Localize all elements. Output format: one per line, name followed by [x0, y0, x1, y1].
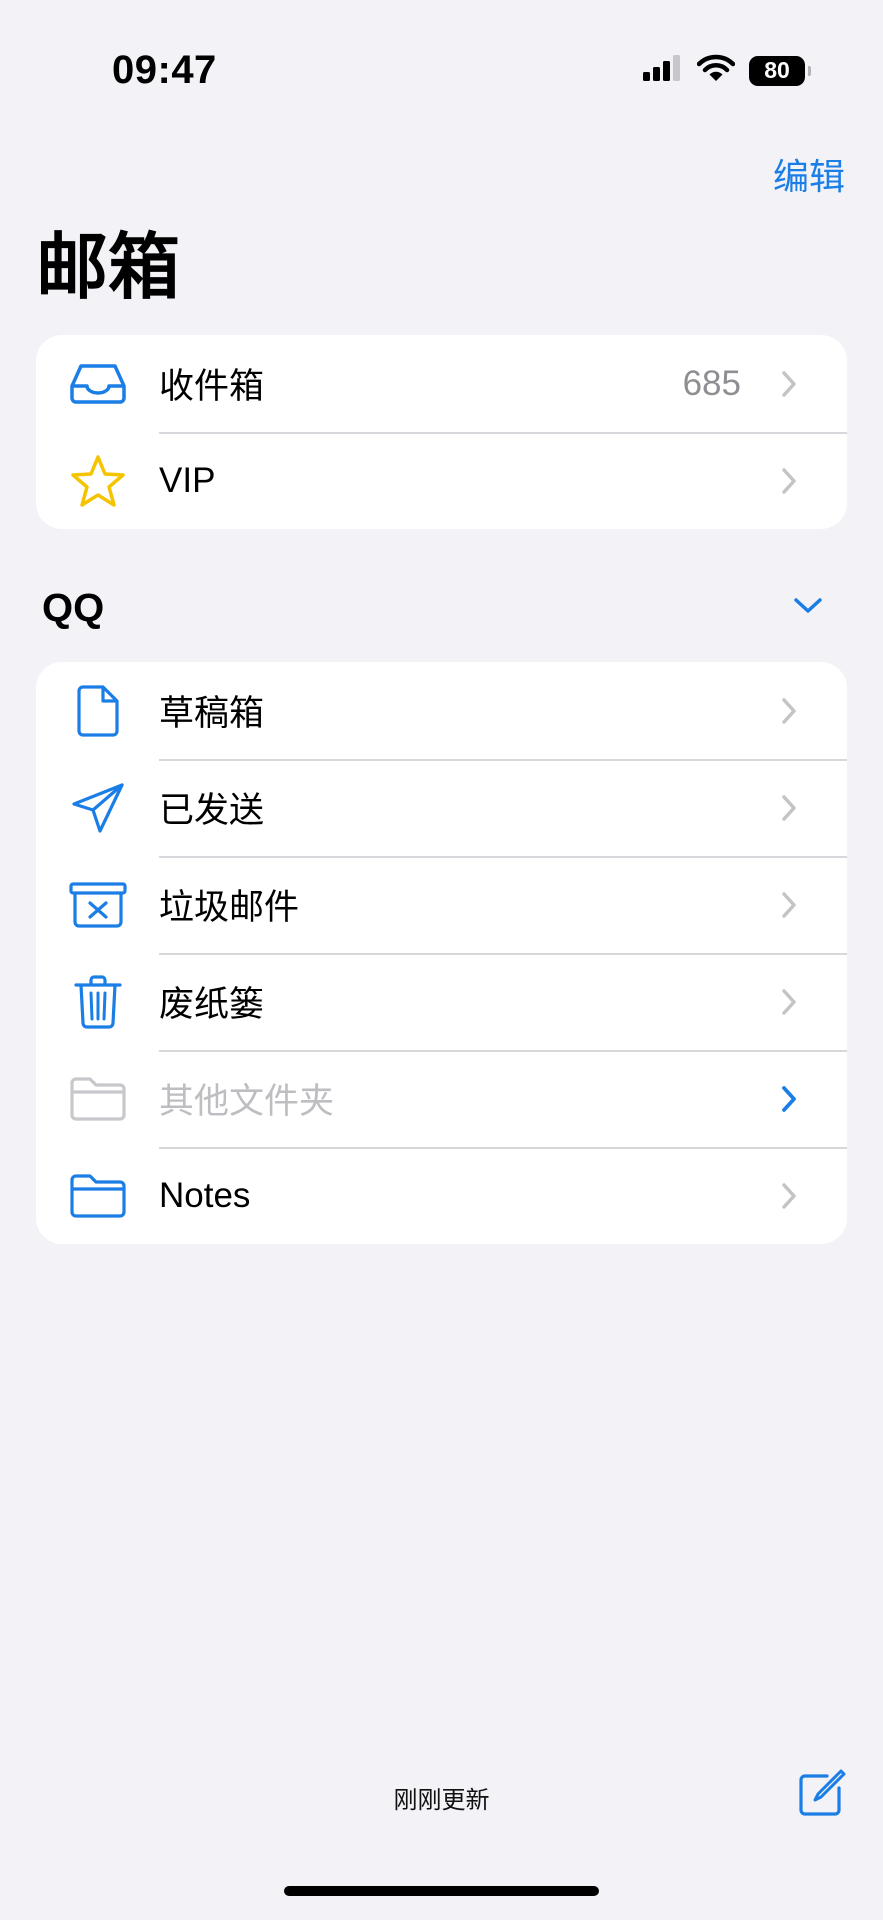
junk-box-icon — [36, 856, 159, 953]
paper-plane-icon — [36, 759, 159, 856]
vip-label: VIP — [159, 460, 216, 500]
chevron-right-icon — [769, 794, 809, 822]
inbox-icon — [36, 335, 159, 432]
chevron-right-icon — [769, 1182, 809, 1210]
folder-label: 草稿箱 — [159, 694, 265, 733]
folder-label: 其他文件夹 — [159, 1082, 335, 1121]
folder-label: Notes — [159, 1175, 251, 1215]
inbox-label: 收件箱 — [159, 367, 265, 406]
account-section-title[interactable]: QQ — [42, 586, 104, 631]
inbox-row[interactable]: 收件箱 685 — [36, 335, 847, 432]
page-title: 邮箱 — [36, 228, 181, 308]
mailboxes-group: 收件箱 685 VIP — [36, 335, 847, 529]
edit-button[interactable]: 编辑 — [773, 148, 845, 200]
inbox-unread-count: 685 — [682, 363, 741, 403]
folder-row-junk[interactable]: 垃圾邮件 — [36, 856, 847, 953]
chevron-right-icon — [769, 370, 809, 398]
chevron-down-icon[interactable] — [793, 596, 823, 621]
vip-row[interactable]: VIP — [36, 432, 847, 529]
wifi-icon — [696, 54, 736, 87]
chevron-right-icon — [769, 1085, 809, 1113]
folder-row-drafts[interactable]: 草稿箱 — [36, 662, 847, 759]
status-time: 09:47 — [112, 48, 217, 92]
folder-icon — [36, 1050, 159, 1147]
chevron-right-icon — [769, 891, 809, 919]
draft-document-icon — [36, 662, 159, 759]
star-icon — [36, 432, 159, 529]
chevron-right-icon — [769, 467, 809, 495]
home-indicator[interactable] — [284, 1886, 599, 1896]
last-updated-status: 刚刚更新 — [393, 1787, 490, 1814]
battery-icon: 80 — [749, 55, 811, 86]
account-folders-group: 草稿箱 已发送 垃圾邮件 废纸篓 其他文件夹 Notes — [36, 662, 847, 1244]
chevron-right-icon — [769, 988, 809, 1016]
cellular-signal-icon — [643, 55, 683, 86]
status-bar: 09:47 80 — [0, 0, 883, 140]
chevron-right-icon — [769, 697, 809, 725]
folder-row-trash[interactable]: 废纸篓 — [36, 953, 847, 1050]
folder-row-other[interactable]: 其他文件夹 — [36, 1050, 847, 1147]
status-icons: 80 — [643, 54, 811, 87]
folder-label: 垃圾邮件 — [159, 888, 300, 927]
folder-row-notes[interactable]: Notes — [36, 1147, 847, 1244]
folder-row-sent[interactable]: 已发送 — [36, 759, 847, 856]
compose-icon[interactable] — [797, 1768, 847, 1823]
folder-icon — [36, 1147, 159, 1244]
folder-label: 已发送 — [159, 791, 265, 830]
folder-label: 废纸篓 — [159, 985, 265, 1024]
trash-icon — [36, 953, 159, 1050]
